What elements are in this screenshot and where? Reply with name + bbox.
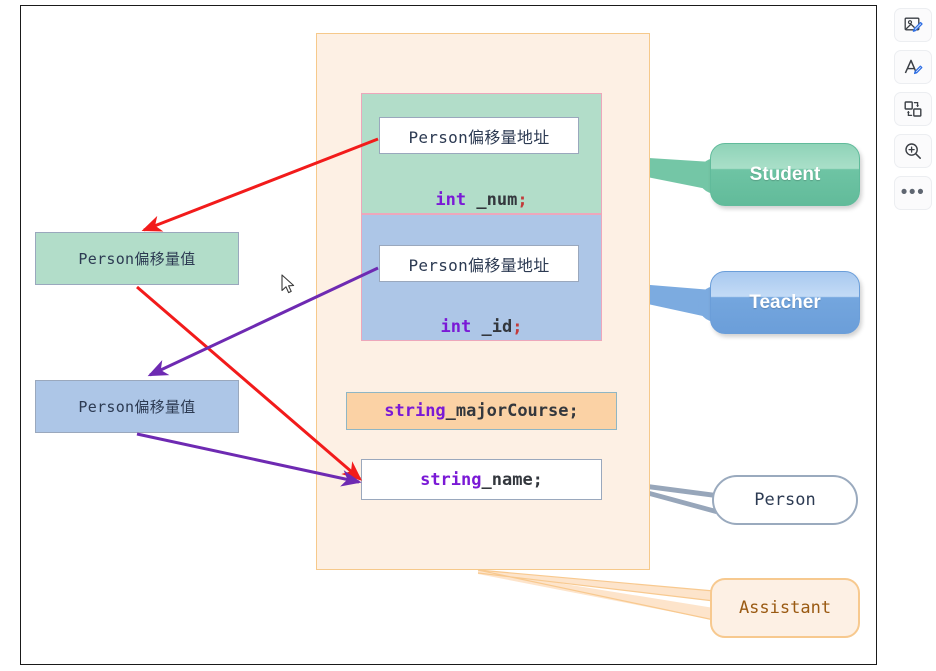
student-field-num: int _num; bbox=[361, 190, 602, 210]
class-node-teacher[interactable]: Teacher bbox=[710, 271, 860, 334]
more-options-button[interactable]: ••• bbox=[894, 176, 932, 210]
teacher-field-id-semi: ; bbox=[512, 317, 523, 337]
class-node-student[interactable]: Student bbox=[710, 143, 860, 206]
zoom-in-icon bbox=[905, 143, 921, 159]
name-field-name: _name; bbox=[481, 469, 543, 490]
shape-swap-icon bbox=[904, 101, 922, 117]
text-edit-icon bbox=[904, 59, 923, 75]
student-field-num-semi: ; bbox=[517, 190, 528, 210]
zoom-in-button[interactable] bbox=[894, 134, 932, 168]
right-toolbar: ••• bbox=[894, 8, 932, 210]
name-field-type: string bbox=[420, 469, 482, 490]
major-course-name: _majorCourse; bbox=[445, 401, 579, 421]
teacher-field-id-type: int bbox=[440, 317, 472, 337]
teacher-field-id: int _id; bbox=[361, 317, 602, 337]
class-node-assistant[interactable]: Assistant bbox=[710, 578, 860, 638]
major-course-field-box[interactable]: string _majorCourse; bbox=[346, 392, 617, 430]
shape-swap-button[interactable] bbox=[894, 92, 932, 126]
teacher-base-address-chip[interactable]: Person偏移量地址 bbox=[379, 245, 579, 282]
major-course-type: string bbox=[384, 401, 446, 421]
image-edit-button[interactable] bbox=[894, 8, 932, 42]
teacher-field-id-name: _id bbox=[471, 317, 513, 337]
mouse-cursor bbox=[281, 274, 295, 294]
class-node-person[interactable]: Person bbox=[712, 475, 858, 525]
offset-value-box-student[interactable]: Person偏移量值 bbox=[35, 232, 239, 285]
name-field-box[interactable]: string _name; bbox=[361, 459, 602, 500]
student-field-num-name: _num bbox=[466, 190, 518, 210]
student-field-num-type: int bbox=[435, 190, 467, 210]
image-edit-icon bbox=[904, 17, 923, 32]
more-options-glyph: ••• bbox=[900, 182, 926, 203]
screenshot-root: Person偏移量地址 Person偏移量地址 int _num; int _i… bbox=[0, 0, 936, 671]
student-base-address-chip[interactable]: Person偏移量地址 bbox=[379, 117, 579, 154]
text-edit-button[interactable] bbox=[894, 50, 932, 84]
offset-value-box-teacher[interactable]: Person偏移量值 bbox=[35, 380, 239, 433]
